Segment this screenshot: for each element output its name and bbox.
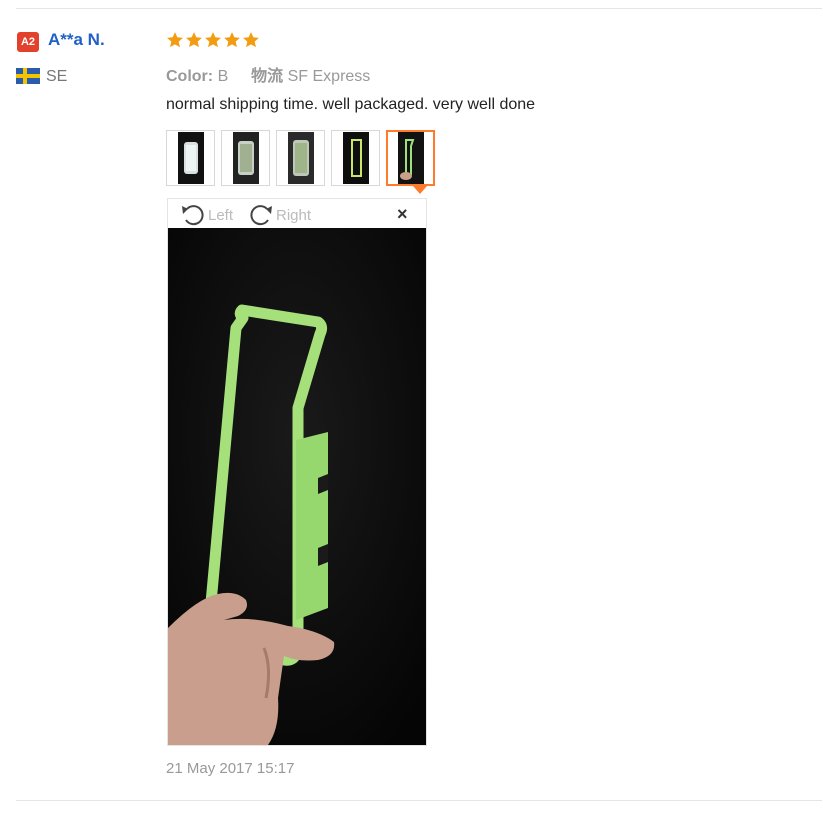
rotate-left-button[interactable]: Left [180,203,233,227]
star-icon [186,32,202,48]
rotate-left-icon [182,205,204,226]
top-divider [16,8,822,9]
logistics-label: 物流 [251,68,284,85]
active-thumb-caret [413,186,427,194]
bottom-divider [16,800,822,801]
review-photo-thumb[interactable] [331,130,380,186]
color-value: B [217,68,229,85]
logistics-value: SF Express [287,68,371,85]
review-photo-thumb[interactable] [221,130,270,186]
review-date: 21 May 2017 15:17 [166,760,295,777]
photo-viewer: Left Right × [167,198,427,746]
viewer-toolbar: Left Right × [168,199,426,228]
reviewer-country: SE [46,68,68,85]
rotate-left-label: Left [208,206,234,224]
rotate-right-button[interactable]: Right [248,203,311,227]
star-icon [205,32,221,48]
thumb-image [177,132,204,184]
color-label: Color: [166,68,214,85]
review-photo-thumbnails [166,130,435,186]
reviewer-name[interactable]: A**a N. [48,30,105,50]
review-text: normal shipping time. well packaged. ver… [166,96,536,113]
review-photo-large [168,228,426,745]
thumb-image [342,132,369,184]
user-level-badge: A2 [17,32,39,52]
review-photo-thumb[interactable] [166,130,215,186]
rotate-right-icon [250,205,272,226]
star-icon [167,32,183,48]
thumb-image [397,132,424,184]
thumb-image [232,132,259,184]
review-photo-thumb-active[interactable] [386,130,435,186]
star-rating [166,30,260,52]
rotate-right-label: Right [276,206,312,224]
review-photo-thumb[interactable] [276,130,325,186]
thumb-image [287,132,314,184]
star-icon [224,32,240,48]
sweden-flag-icon [16,68,40,84]
close-viewer-button[interactable]: × [397,205,408,223]
order-info: Color: B 物流 SF Express [166,62,370,86]
star-icon [243,32,259,48]
